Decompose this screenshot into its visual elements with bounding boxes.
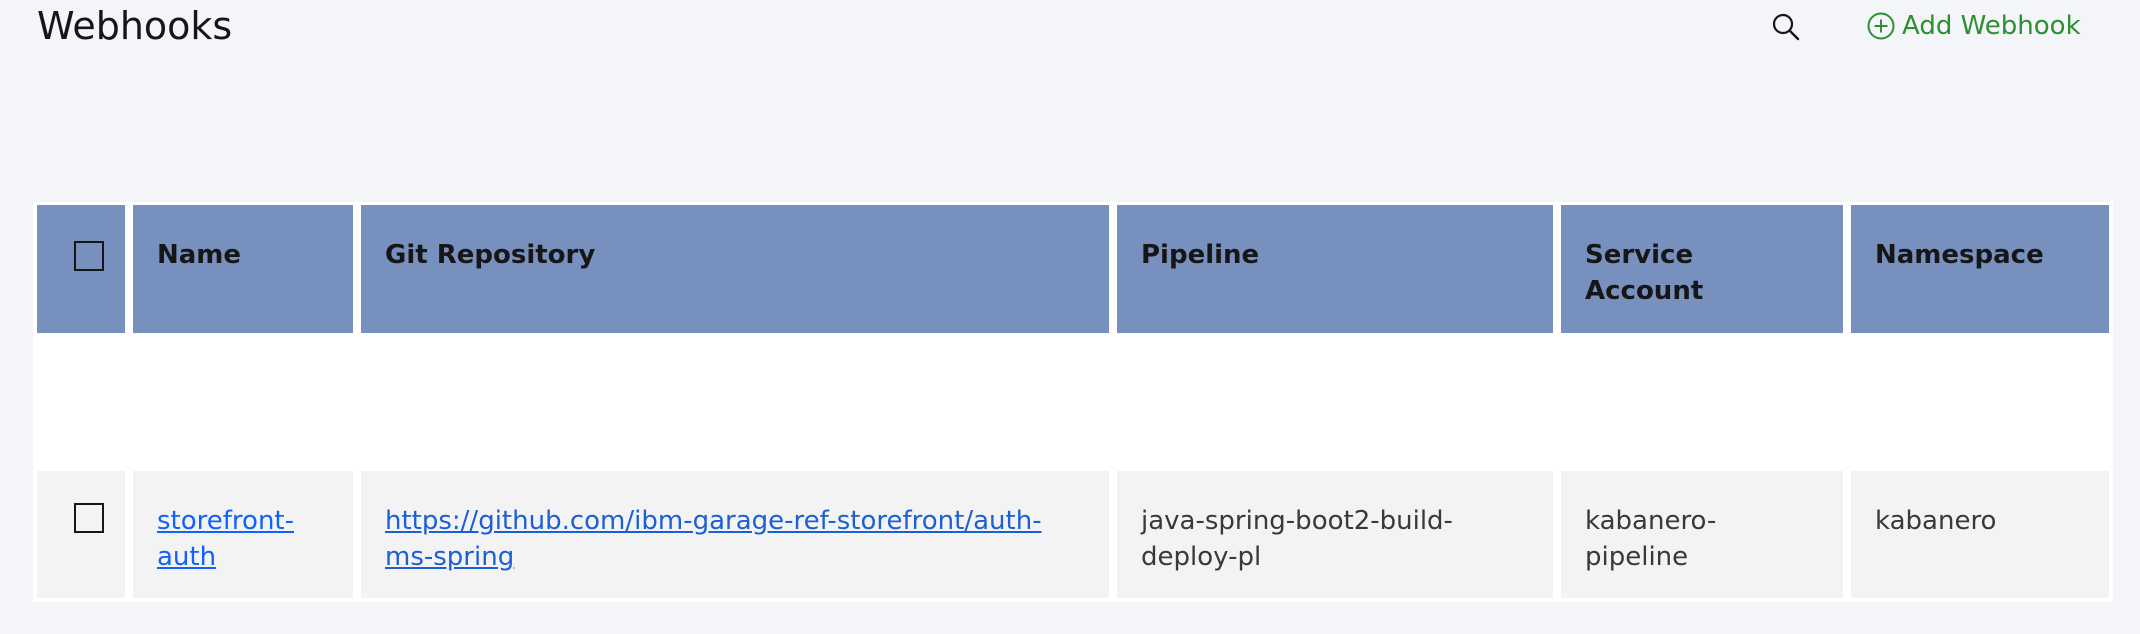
- column-header-pipeline-label: Pipeline: [1141, 240, 1260, 270]
- cell-name: storefront- auth: [133, 471, 353, 598]
- cell-service-account: kabanero- pipeline: [1561, 471, 1843, 598]
- page-title: Webhooks: [37, 4, 233, 48]
- service-account-line1: kabanero-: [1585, 506, 1717, 536]
- column-header-pipeline[interactable]: Pipeline: [1117, 205, 1553, 333]
- row-select-cell: [37, 471, 125, 598]
- cell-pipeline: java-spring-boot2-build- deploy-pl: [1117, 471, 1553, 598]
- column-header-git-repository-label: Git Repository: [385, 240, 596, 270]
- column-header-name-label: Name: [157, 240, 242, 270]
- cell-git-repository: https://github.com/ibm-garage-ref-storef…: [361, 471, 1109, 598]
- column-header-service-account[interactable]: Service Account: [1561, 205, 1843, 333]
- column-header-namespace[interactable]: Namespace: [1851, 205, 2109, 333]
- namespace-value: kabanero: [1875, 506, 1997, 536]
- git-repository-link[interactable]: https://github.com/ibm-garage-ref-storef…: [385, 506, 1042, 572]
- pipeline-line2: deploy-pl: [1141, 542, 1262, 572]
- header-select-cell: [37, 205, 125, 333]
- add-circle-icon: [1866, 11, 1896, 41]
- column-header-name[interactable]: Name: [133, 205, 353, 333]
- service-account-line2: pipeline: [1585, 542, 1689, 572]
- column-header-git-repository[interactable]: Git Repository: [361, 205, 1109, 333]
- search-button[interactable]: [1768, 9, 1804, 45]
- select-all-checkbox[interactable]: [74, 241, 104, 271]
- add-webhook-label: Add Webhook: [1902, 11, 2081, 41]
- pipeline-line1: java-spring-boot2-build-: [1141, 506, 1453, 536]
- search-icon: [1771, 12, 1801, 42]
- column-header-service-account-line1: Service: [1585, 240, 1694, 270]
- webhook-name-link[interactable]: storefront- auth: [157, 506, 294, 572]
- column-header-namespace-label: Namespace: [1875, 240, 2044, 270]
- git-repository-line2: ms-spring: [385, 542, 515, 572]
- row-checkbox[interactable]: [74, 503, 104, 533]
- git-repository-line1: https://github.com/ibm-garage-ref-storef…: [385, 506, 1042, 536]
- add-webhook-button[interactable]: Add Webhook: [1866, 8, 2081, 44]
- webhooks-table: Name Git Repository Pipeline Service Acc…: [33, 202, 2113, 602]
- column-header-service-account-line2: Account: [1585, 276, 1704, 306]
- webhook-name-line2: auth: [157, 542, 217, 572]
- webhook-name-line1: storefront-: [157, 506, 294, 536]
- cell-namespace: kabanero: [1851, 471, 2109, 598]
